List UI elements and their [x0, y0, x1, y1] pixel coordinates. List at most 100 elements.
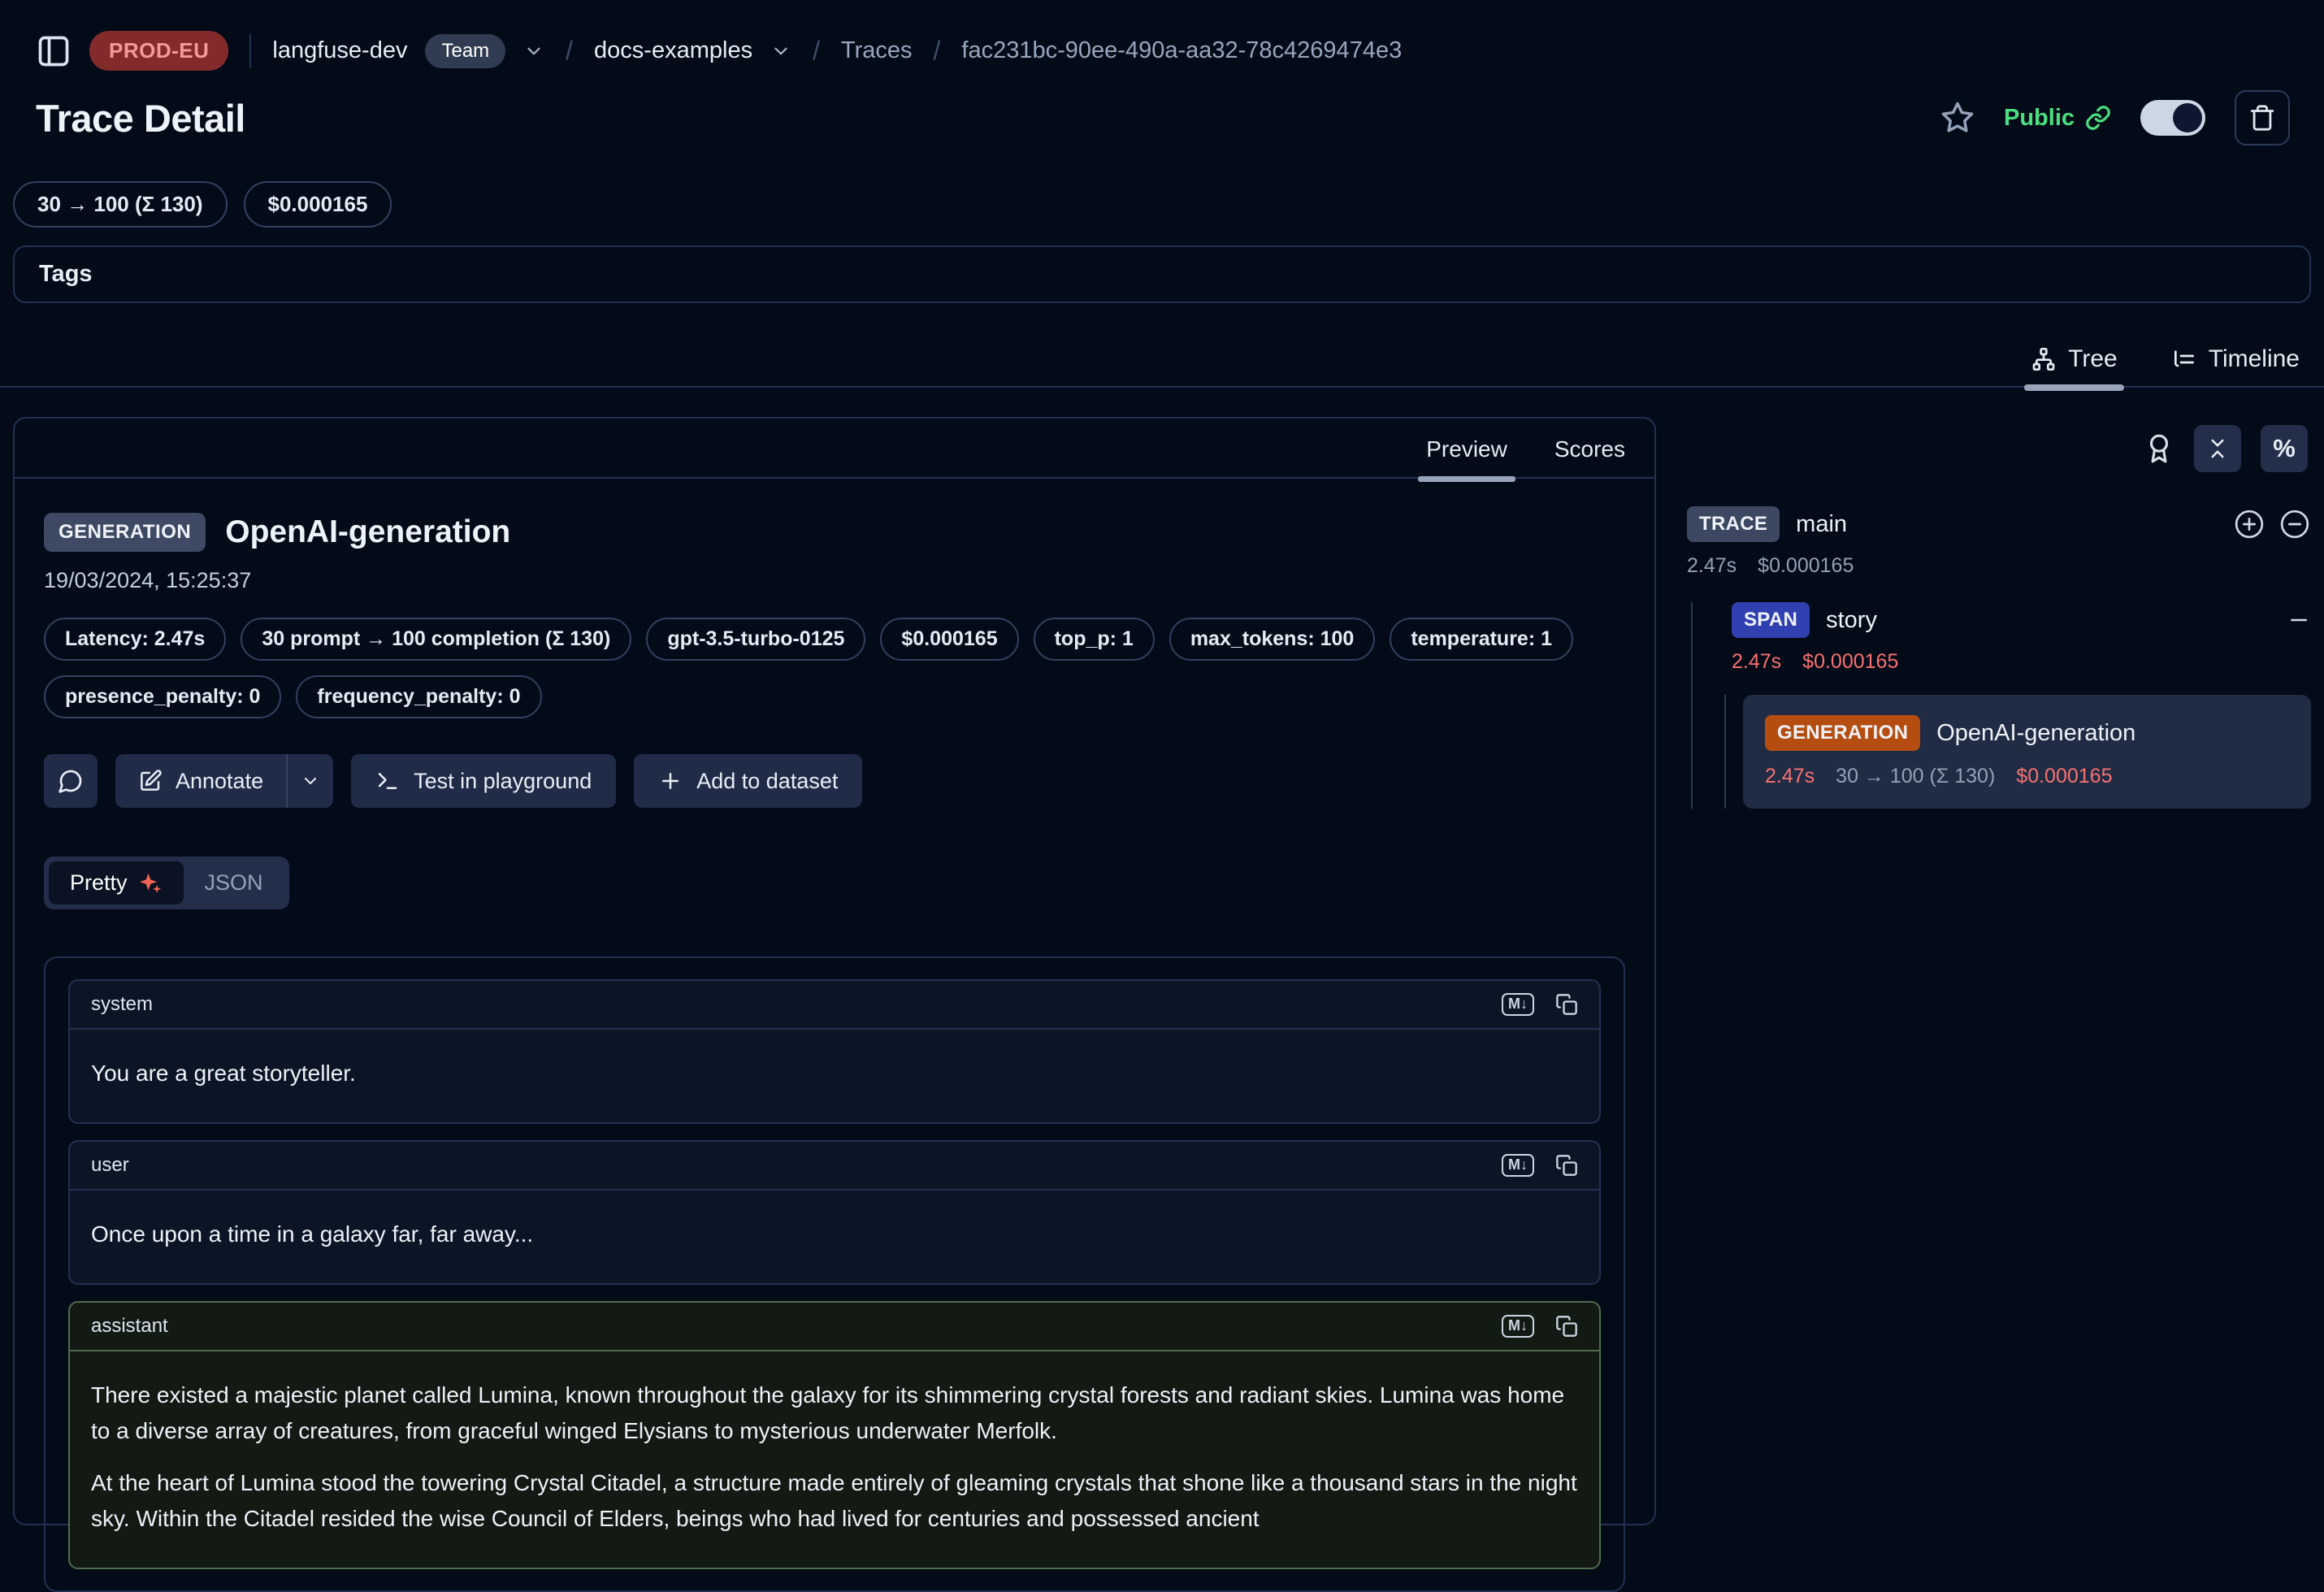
breadcrumb-separator: /	[934, 36, 941, 66]
message-paragraph: There existed a majestic planet called L…	[91, 1377, 1578, 1449]
message-header: system M↓	[70, 981, 1599, 1028]
comment-button[interactable]	[44, 754, 98, 808]
toggle-knob	[2173, 103, 2202, 132]
trace-row-actions	[2233, 508, 2311, 540]
io-messages-container: system M↓ You are a great storyteller.	[44, 957, 1625, 1592]
tab-tree-label: Tree	[2068, 345, 2118, 373]
breadcrumb-divider	[249, 34, 251, 68]
tab-scores[interactable]: Scores	[1554, 436, 1625, 462]
generation-name: OpenAI-generation	[1936, 720, 2135, 747]
span-name: story	[1826, 607, 1877, 634]
observation-title: OpenAI-generation	[225, 514, 510, 550]
timeline-icon	[2171, 346, 2197, 372]
trace-cost: $0.000165	[1758, 554, 1854, 578]
sidebar-toggle-button[interactable]	[36, 33, 72, 69]
trace-tree: TRACE main 2.47s $0.000165 SPAN	[1687, 506, 2311, 809]
generation-metrics: 2.47s 30 → 100 (Σ 130) $0.000165	[1765, 765, 2289, 788]
message-header-icons: M↓	[1502, 1154, 1578, 1177]
award-icon[interactable]	[2144, 433, 2174, 464]
trace-tree-sidebar: % TRACE main 2.47s $0.000165	[1687, 417, 2311, 809]
format-json-option[interactable]: JSON	[184, 861, 284, 904]
model-badge: gpt-3.5-turbo-0125	[646, 618, 865, 661]
copy-icon	[1555, 1315, 1578, 1338]
minus-collapse-icon[interactable]	[2287, 608, 2311, 632]
breadcrumb: PROD-EU langfuse-dev Team / docs-example…	[0, 0, 2324, 71]
markdown-toggle-icon[interactable]: M↓	[1502, 993, 1534, 1016]
collapse-all-button[interactable]	[2194, 425, 2241, 472]
annotate-split-button: Annotate	[115, 754, 333, 808]
tab-tree[interactable]: Tree	[2031, 345, 2118, 373]
breadcrumb-project[interactable]: docs-examples	[594, 37, 752, 64]
message-header-icons: M↓	[1502, 993, 1578, 1016]
delete-trace-button[interactable]	[2235, 90, 2290, 145]
message-body: There existed a majestic planet called L…	[70, 1350, 1599, 1568]
copy-icon	[1555, 1154, 1578, 1177]
metrics-toggle-button[interactable]: %	[2261, 425, 2308, 472]
breadcrumb-trace-id: fac231bc-90ee-490a-aa32-78c4269474e3	[961, 37, 1402, 64]
breadcrumb-org[interactable]: langfuse-dev	[272, 37, 407, 64]
annotate-button[interactable]: Annotate	[115, 754, 286, 808]
message-body: Once upon a time in a galaxy far, far aw…	[70, 1189, 1599, 1283]
copy-button[interactable]	[1555, 1154, 1578, 1177]
chevron-down-icon[interactable]	[770, 41, 791, 62]
tags-editor[interactable]: Tags	[13, 245, 2311, 303]
tab-timeline[interactable]: Timeline	[2171, 345, 2300, 373]
markdown-toggle-icon[interactable]: M↓	[1502, 1154, 1534, 1177]
test-in-playground-button[interactable]: Test in playground	[351, 754, 616, 808]
token-usage-badge: 30 prompt → 100 completion (Σ 130)	[241, 618, 631, 661]
message-body: You are a great storyteller.	[70, 1028, 1599, 1122]
org-plan-badge: Team	[425, 34, 505, 68]
trace-latency: 2.47s	[1687, 554, 1736, 578]
breadcrumb-separator: /	[566, 36, 573, 66]
tree-node-span[interactable]: SPAN story	[1732, 602, 2311, 638]
actions-row: Annotate Test in playground	[44, 754, 1625, 808]
generation-row: GENERATION OpenAI-generation	[1765, 715, 2289, 751]
trace-summary-badges: 30 → 100 (Σ 130) $0.000165	[0, 145, 2324, 228]
collapse-icon	[2205, 436, 2230, 461]
chevron-down-icon[interactable]	[523, 41, 544, 62]
tab-preview[interactable]: Preview	[1426, 436, 1507, 462]
latency-badge: Latency: 2.47s	[44, 618, 226, 661]
tree-controls: %	[1687, 425, 2311, 472]
copy-button[interactable]	[1555, 1315, 1578, 1338]
percent-icon: %	[2273, 434, 2296, 463]
title-actions: Public	[1940, 90, 2290, 145]
annotate-dropdown-button[interactable]	[286, 754, 333, 808]
message-paragraph: At the heart of Lumina stood the towerin…	[91, 1465, 1578, 1537]
generation-tokens: 30 → 100 (Σ 130)	[1836, 765, 1995, 788]
presence-penalty-badge: presence_penalty: 0	[44, 675, 281, 718]
tab-timeline-label: Timeline	[2209, 345, 2300, 373]
markdown-toggle-icon[interactable]: M↓	[1502, 1315, 1534, 1338]
token-usage-badge: 30 → 100 (Σ 130)	[13, 181, 228, 228]
format-pretty-option[interactable]: Pretty	[49, 861, 184, 904]
breadcrumb-traces-link[interactable]: Traces	[841, 37, 913, 64]
observation-header: GENERATION OpenAI-generation	[44, 513, 1625, 552]
panel-left-icon	[36, 33, 72, 69]
test-in-playground-label: Test in playground	[414, 769, 592, 794]
public-link-group[interactable]: Public	[2004, 105, 2111, 132]
tree-node-generation-selected[interactable]: GENERATION OpenAI-generation 2.47s 30 → …	[1743, 695, 2311, 809]
format-pretty-label: Pretty	[70, 870, 128, 896]
span-children: GENERATION OpenAI-generation 2.47s 30 → …	[1724, 695, 2311, 809]
environment-badge[interactable]: PROD-EU	[89, 31, 228, 71]
copy-button[interactable]	[1555, 993, 1578, 1016]
star-bookmark-button[interactable]	[1940, 101, 1975, 135]
page-title: Trace Detail	[36, 96, 245, 141]
circle-minus-icon[interactable]	[2278, 508, 2311, 540]
add-to-dataset-button[interactable]: Add to dataset	[634, 754, 862, 808]
circle-plus-icon[interactable]	[2233, 508, 2265, 540]
public-toggle[interactable]	[2140, 100, 2205, 136]
message-card-assistant: assistant M↓ There existed a majestic pl…	[68, 1301, 1601, 1569]
trace-type-badge: TRACE	[1687, 506, 1780, 542]
tree-node-trace[interactable]: TRACE main	[1687, 506, 2311, 542]
message-role-label: system	[91, 993, 153, 1016]
star-icon	[1940, 101, 1975, 135]
terminal-icon	[375, 769, 400, 793]
format-toggle: Pretty JSON	[44, 857, 289, 909]
message-role-label: assistant	[91, 1315, 168, 1338]
observation-type-badge: GENERATION	[44, 513, 206, 552]
max-tokens-badge: max_tokens: 100	[1169, 618, 1376, 661]
copy-icon	[1555, 993, 1578, 1016]
trace-metrics: 2.47s $0.000165	[1687, 554, 2311, 578]
trace-name: main	[1796, 511, 1847, 538]
